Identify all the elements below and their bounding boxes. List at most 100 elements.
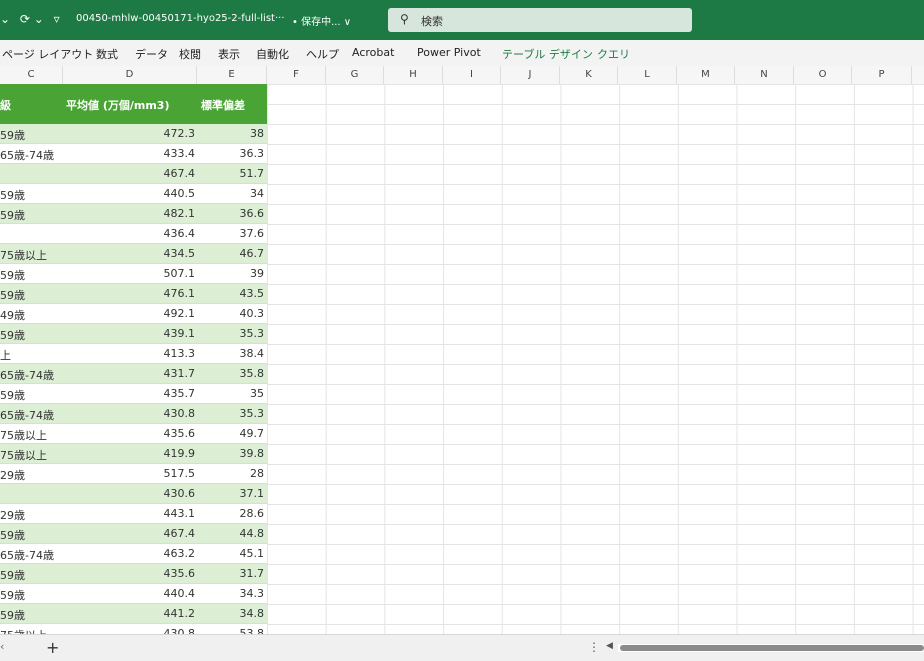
age-class-cell[interactable]: 59歳 xyxy=(0,267,62,283)
mean-value-cell[interactable]: 440.4 xyxy=(164,587,196,600)
table-row[interactable]: 75歳以上 435.6 49.7 xyxy=(0,424,267,444)
undo-dropdown-icon[interactable]: ⌄ xyxy=(0,12,10,26)
header-mean-value[interactable]: 平均値 (万個/mm3) xyxy=(66,97,169,113)
header-std-dev[interactable]: 標準偏差 xyxy=(201,97,245,113)
age-class-cell[interactable]: 59歳 xyxy=(0,607,62,623)
mean-value-cell[interactable]: 517.5 xyxy=(164,467,196,480)
table-row[interactable]: 29歳 517.5 28 xyxy=(0,464,267,484)
std-dev-cell[interactable]: 28 xyxy=(250,467,264,480)
mean-value-cell[interactable]: 463.2 xyxy=(164,547,196,560)
std-dev-cell[interactable]: 35.3 xyxy=(240,327,265,340)
tab-table-design[interactable]: テーブル デザイン xyxy=(502,46,593,62)
age-class-cell[interactable]: 59歳 xyxy=(0,127,62,143)
table-row[interactable]: 59歳 467.4 44.8 xyxy=(0,524,267,544)
mean-value-cell[interactable]: 435.6 xyxy=(164,567,196,580)
mean-value-cell[interactable]: 482.1 xyxy=(164,207,196,220)
column-header[interactable]: K xyxy=(560,66,618,84)
mean-value-cell[interactable]: 476.1 xyxy=(164,287,196,300)
column-header[interactable]: J xyxy=(501,66,560,84)
std-dev-cell[interactable]: 51.7 xyxy=(240,167,265,180)
mean-value-cell[interactable]: 436.4 xyxy=(164,227,196,240)
column-header[interactable]: P xyxy=(852,66,912,84)
tab-data[interactable]: データ xyxy=(135,46,168,62)
column-header[interactable]: L xyxy=(618,66,677,84)
std-dev-cell[interactable]: 39.8 xyxy=(240,447,265,460)
age-class-cell[interactable]: 75歳以上 xyxy=(0,627,62,634)
table-row[interactable]: 59歳 482.1 36.6 xyxy=(0,204,267,224)
table-row[interactable]: 59歳 441.2 34.8 xyxy=(0,604,267,624)
column-header[interactable]: C xyxy=(0,66,63,84)
std-dev-cell[interactable]: 34 xyxy=(250,187,264,200)
mean-value-cell[interactable]: 507.1 xyxy=(164,267,196,280)
mean-value-cell[interactable]: 430.6 xyxy=(164,487,196,500)
tab-view[interactable]: 表示 xyxy=(218,46,240,62)
std-dev-cell[interactable]: 31.7 xyxy=(240,567,265,580)
tab-acrobat[interactable]: Acrobat xyxy=(352,46,394,59)
table-row[interactable]: 上 413.3 38.4 xyxy=(0,344,267,364)
table-row[interactable]: 75歳以上 430.8 53.8 xyxy=(0,624,267,634)
mean-value-cell[interactable]: 430.8 xyxy=(164,407,196,420)
std-dev-cell[interactable]: 43.5 xyxy=(240,287,265,300)
table-row[interactable]: 59歳 440.4 34.3 xyxy=(0,584,267,604)
customize-toolbar-icon[interactable]: ▿ xyxy=(54,12,60,26)
mean-value-cell[interactable]: 440.5 xyxy=(164,187,196,200)
age-class-cell[interactable]: 59歳 xyxy=(0,187,62,203)
header-age-class[interactable]: 級 xyxy=(0,97,11,113)
mean-value-cell[interactable]: 467.4 xyxy=(164,527,196,540)
table-row[interactable]: 59歳 472.3 38 xyxy=(0,124,267,144)
std-dev-cell[interactable]: 44.8 xyxy=(240,527,265,540)
age-class-cell[interactable]: 65歳-74歳 xyxy=(0,147,62,163)
table-row[interactable]: 59歳 440.5 34 xyxy=(0,184,267,204)
std-dev-cell[interactable]: 46.7 xyxy=(240,247,265,260)
table-row[interactable]: 65歳-74歳 463.2 45.1 xyxy=(0,544,267,564)
column-header[interactable]: O xyxy=(794,66,852,84)
add-sheet-button[interactable]: + xyxy=(46,638,59,657)
table-row[interactable]: 75歳以上 434.5 46.7 xyxy=(0,244,267,264)
table-row[interactable]: 59歳 439.1 35.3 xyxy=(0,324,267,344)
tab-page-layout[interactable]: ページ レイアウト xyxy=(2,46,93,62)
age-class-cell[interactable]: 59歳 xyxy=(0,587,62,603)
redo-icon[interactable]: ⟳ ⌄ xyxy=(20,12,44,26)
table-row[interactable]: 65歳-74歳 430.8 35.3 xyxy=(0,404,267,424)
tab-formulas[interactable]: 数式 xyxy=(96,46,118,62)
scroll-left-arrow-icon[interactable]: ◀ xyxy=(606,641,613,651)
std-dev-cell[interactable]: 35.3 xyxy=(240,407,265,420)
std-dev-cell[interactable]: 40.3 xyxy=(240,307,265,320)
more-options-icon[interactable]: ⋮ xyxy=(588,640,600,654)
std-dev-cell[interactable]: 28.6 xyxy=(240,507,265,520)
std-dev-cell[interactable]: 38.4 xyxy=(240,347,265,360)
horizontal-scrollbar-thumb[interactable] xyxy=(620,645,924,651)
mean-value-cell[interactable]: 413.3 xyxy=(164,347,196,360)
table-row[interactable]: 65歳-74歳 431.7 35.8 xyxy=(0,364,267,384)
save-status[interactable]: • 保存中... ∨ xyxy=(292,13,351,28)
age-class-cell[interactable]: 75歳以上 xyxy=(0,447,62,463)
worksheet-grid[interactable]: 級 平均値 (万個/mm3) 標準偏差 59歳 472.3 38 65歳-74歳 433… xyxy=(0,84,924,634)
table-row[interactable]: 75歳以上 419.9 39.8 xyxy=(0,444,267,464)
std-dev-cell[interactable]: 34.3 xyxy=(240,587,265,600)
mean-value-cell[interactable]: 441.2 xyxy=(164,607,196,620)
tab-help[interactable]: ヘルプ xyxy=(306,46,339,62)
mean-value-cell[interactable]: 492.1 xyxy=(164,307,196,320)
age-class-cell[interactable]: 75歳以上 xyxy=(0,247,62,263)
column-header[interactable]: G xyxy=(326,66,384,84)
mean-value-cell[interactable]: 467.4 xyxy=(164,167,196,180)
age-class-cell[interactable]: 59歳 xyxy=(0,387,62,403)
search-box[interactable]: ⚲ 検索 xyxy=(388,8,692,32)
mean-value-cell[interactable]: 439.1 xyxy=(164,327,196,340)
table-row[interactable]: 29歳 443.1 28.6 xyxy=(0,504,267,524)
table-row[interactable]: 436.4 37.6 xyxy=(0,224,267,244)
table-row[interactable]: 467.4 51.7 xyxy=(0,164,267,184)
column-header[interactable]: M xyxy=(677,66,735,84)
std-dev-cell[interactable]: 36.3 xyxy=(240,147,265,160)
column-header[interactable]: I xyxy=(443,66,501,84)
mean-value-cell[interactable]: 443.1 xyxy=(164,507,196,520)
mean-value-cell[interactable]: 472.3 xyxy=(164,127,196,140)
age-class-cell[interactable]: 59歳 xyxy=(0,207,62,223)
std-dev-cell[interactable]: 45.1 xyxy=(240,547,265,560)
age-class-cell[interactable]: 65歳-74歳 xyxy=(0,367,62,383)
table-row[interactable]: 430.6 37.1 xyxy=(0,484,267,504)
std-dev-cell[interactable]: 53.8 xyxy=(240,627,265,634)
age-class-cell[interactable]: 59歳 xyxy=(0,567,62,583)
std-dev-cell[interactable]: 37.1 xyxy=(240,487,265,500)
std-dev-cell[interactable]: 36.6 xyxy=(240,207,265,220)
